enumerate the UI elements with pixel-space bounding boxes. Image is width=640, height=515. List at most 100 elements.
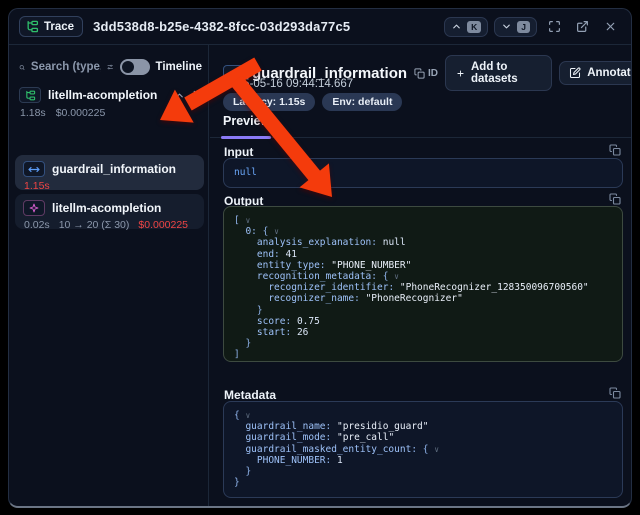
json-token-val: 1	[337, 455, 343, 466]
pencil-square-icon	[569, 67, 581, 79]
input-section-label: Input	[224, 145, 253, 159]
json-token-val: 41	[286, 249, 297, 260]
json-token-str: "presidio_guard"	[337, 421, 429, 432]
copy-output-button[interactable]	[609, 193, 621, 205]
next-observation-button[interactable]: J	[494, 17, 537, 37]
json-token-punc: : {	[251, 226, 274, 237]
code-line: recognizer_identifier: "PhoneRecognizer_…	[234, 282, 612, 293]
output-json-viewer: [ ∨ 0: { ∨ analysis_explanation: null en…	[223, 206, 623, 362]
json-token-key: guardrail_name	[234, 421, 326, 432]
item-latency: 0.02s	[24, 219, 50, 231]
code-line: { ∨	[234, 410, 612, 421]
copy-metadata-button[interactable]	[609, 387, 621, 399]
trace-type-badge: Trace	[19, 16, 83, 37]
code-line: guardrail_name: "presidio_guard"	[234, 421, 612, 432]
collapse-caret-icon[interactable]: ∨	[245, 411, 250, 420]
close-icon	[604, 20, 617, 33]
code-line: entity_type: "PHONE_NUMBER"	[234, 260, 612, 271]
metadata-section-label: Metadata	[224, 388, 276, 402]
json-token-punc: }	[234, 466, 251, 477]
open-external-button[interactable]	[571, 16, 593, 38]
json-token-val: 0.75	[297, 316, 320, 327]
json-token-key: recognizer_name	[234, 293, 354, 304]
timeline-toggle[interactable]	[120, 59, 150, 75]
json-token-key: end	[234, 249, 274, 260]
tree-root-label: litellm-acompletion	[48, 88, 157, 102]
json-token-punc: :	[320, 260, 331, 271]
json-token-punc: :	[371, 237, 382, 248]
json-token-punc: }	[234, 305, 263, 316]
code-line: }	[234, 305, 612, 316]
list-tree-icon	[26, 20, 39, 33]
copy-input-button[interactable]	[609, 144, 621, 156]
code-line: ]	[234, 349, 612, 360]
json-token-str: "PHONE_NUMBER"	[331, 260, 411, 271]
observation-detail-panel: guardrail_information ID Add to datasets	[210, 45, 631, 506]
annotate-split-button: Annotate	[559, 61, 632, 85]
trace-node-icon	[19, 87, 41, 103]
json-token-key: guardrail_masked_entity_count	[234, 444, 411, 455]
json-token-punc: :	[285, 316, 296, 327]
json-token-str: "PhoneRecognizer"	[366, 293, 463, 304]
sparkle-icon	[29, 203, 39, 213]
json-token-key: 0	[234, 226, 251, 237]
tab-preview[interactable]: Preview	[223, 114, 270, 138]
add-to-datasets-button[interactable]: Add to datasets	[445, 55, 552, 91]
trace-tree-sidebar: Timeline litellm-acompletion	[9, 45, 209, 506]
copy-icon	[414, 68, 425, 79]
tree-item-guardrail-information[interactable]: guardrail_information 1.15s	[15, 155, 204, 190]
metadata-json-viewer: { ∨ guardrail_name: "presidio_guard" gua…	[223, 401, 623, 498]
json-token-str: "pre_call"	[337, 432, 394, 443]
expand-button[interactable]	[543, 16, 565, 38]
json-token-punc: :	[285, 327, 296, 338]
span-arrows-icon	[28, 165, 40, 174]
json-token-punc: }	[234, 338, 251, 349]
trace-detail-window: Trace 3dd538d8-b25e-4382-8fcc-03d293da77…	[8, 8, 632, 508]
tree-root-row[interactable]: litellm-acompletion 1.18s $0.000225	[19, 87, 202, 119]
annotate-button[interactable]: Annotate	[560, 62, 632, 84]
code-line: [ ∨	[234, 215, 612, 226]
copy-icon	[609, 144, 621, 156]
code-line: guardrail_masked_entity_count: { ∨	[234, 444, 612, 455]
json-token-punc: :	[326, 421, 337, 432]
fold-tree-icon[interactable]	[191, 90, 202, 101]
annotate-label: Annotate	[587, 67, 632, 79]
collapse-caret-icon[interactable]: ∨	[274, 227, 279, 236]
json-token-key: analysis_explanation	[234, 237, 371, 248]
toggle-knob	[122, 61, 134, 73]
tree-item-litellm-acompletion[interactable]: litellm-acompletion 0.02s 10 → 20 (Σ 30)…	[15, 194, 204, 229]
id-label: ID	[428, 68, 438, 79]
item-latency: 1.15s	[24, 180, 50, 192]
code-line: recognition_metadata: { ∨	[234, 271, 612, 282]
collapse-caret-icon[interactable]: ∨	[394, 272, 399, 281]
code-line: guardrail_mode: "pre_call"	[234, 432, 612, 443]
code-line: end: 41	[234, 249, 612, 260]
active-tab-underline	[221, 136, 271, 139]
collapse-caret-icon[interactable]: ∨	[434, 445, 439, 454]
copy-icon	[609, 193, 621, 205]
json-token-punc: {	[234, 410, 245, 421]
input-json-viewer: null	[223, 158, 623, 188]
search-input[interactable]	[31, 61, 101, 73]
collapse-caret-icon[interactable]: ∨	[245, 216, 250, 225]
maximize-icon	[548, 20, 561, 33]
root-latency: 1.18s	[20, 107, 46, 119]
json-token-key: recognizer_identifier	[234, 282, 388, 293]
root-cost: $0.000225	[56, 107, 106, 119]
span-arrows-icon	[228, 69, 240, 78]
close-button[interactable]	[599, 16, 621, 38]
span-node-icon	[23, 161, 45, 177]
shortcut-key-k: K	[467, 21, 481, 33]
json-token-punc: :	[326, 455, 337, 466]
code-line: }	[234, 338, 612, 349]
json-token-punc: : {	[411, 444, 434, 455]
item-cost: $0.000225	[138, 219, 188, 231]
collapse-up-icon[interactable]	[174, 90, 185, 101]
code-line: start: 26	[234, 327, 612, 338]
tree-item-label: guardrail_information	[52, 162, 176, 176]
copy-id-button[interactable]: ID	[414, 68, 438, 79]
prev-observation-button[interactable]: K	[444, 17, 488, 37]
shortcut-key-j: J	[517, 21, 530, 33]
json-token-punc: :	[274, 249, 285, 260]
filter-settings-icon[interactable]	[107, 60, 113, 74]
